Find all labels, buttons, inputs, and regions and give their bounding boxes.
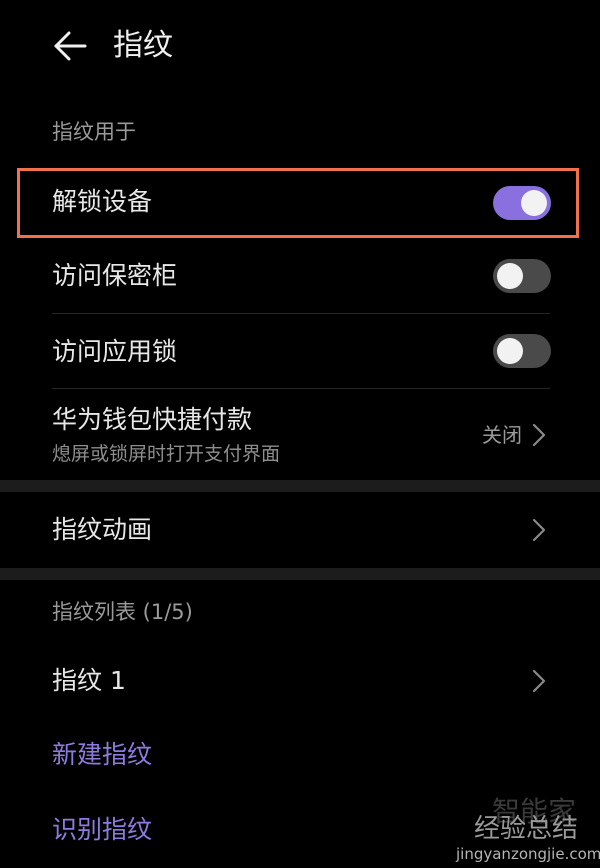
arrow-left-icon[interactable] xyxy=(50,26,90,66)
chevron-right-icon xyxy=(532,669,546,693)
section-separator xyxy=(0,568,600,580)
identify-fingerprint-button[interactable]: 识别指纹 xyxy=(52,813,152,847)
wallet-quick-pay-value: 关闭 xyxy=(482,423,522,447)
fingerprint-item-label: 指纹 1 xyxy=(52,666,126,695)
section-label-fingerprint-list: 指纹列表 (1/5) xyxy=(52,600,193,624)
toggle-knob xyxy=(497,338,523,364)
fingerprint-animation-label: 指纹动画 xyxy=(52,515,153,544)
app-lock-label: 访问应用锁 xyxy=(52,337,178,366)
section-separator xyxy=(0,480,600,492)
safe-access-row[interactable]: 访问保密柜 xyxy=(0,240,600,312)
app-lock-toggle[interactable] xyxy=(493,334,551,368)
unlock-device-label: 解锁设备 xyxy=(52,187,153,216)
safe-access-toggle[interactable] xyxy=(493,259,551,293)
unlock-device-toggle[interactable] xyxy=(493,186,551,220)
section-label-fingerprint-use: 指纹用于 xyxy=(52,120,136,144)
toggle-knob xyxy=(521,190,547,216)
wallet-quick-pay-row[interactable]: 华为钱包快捷付款 熄屏或锁屏时打开支付界面 关闭 xyxy=(0,389,600,479)
app-lock-row[interactable]: 访问应用锁 xyxy=(0,314,600,388)
toggle-knob xyxy=(497,263,523,289)
fingerprint-item-row[interactable]: 指纹 1 xyxy=(0,645,600,719)
unlock-device-row[interactable]: 解锁设备 xyxy=(0,168,600,238)
app-header: 指纹 xyxy=(0,0,600,92)
page-title: 指纹 xyxy=(113,28,173,63)
fingerprint-animation-row[interactable]: 指纹动画 xyxy=(0,492,600,568)
wallet-quick-pay-label: 华为钱包快捷付款 xyxy=(52,405,253,434)
watermark-url: jingyanzongjie.com xyxy=(456,845,600,863)
chevron-right-icon xyxy=(532,518,546,542)
wallet-quick-pay-subtitle: 熄屏或锁屏时打开支付界面 xyxy=(52,443,281,465)
add-fingerprint-button[interactable]: 新建指纹 xyxy=(52,738,152,772)
watermark-title: 经验总结 xyxy=(474,814,579,844)
safe-access-label: 访问保密柜 xyxy=(52,261,178,290)
chevron-right-icon xyxy=(532,423,546,447)
